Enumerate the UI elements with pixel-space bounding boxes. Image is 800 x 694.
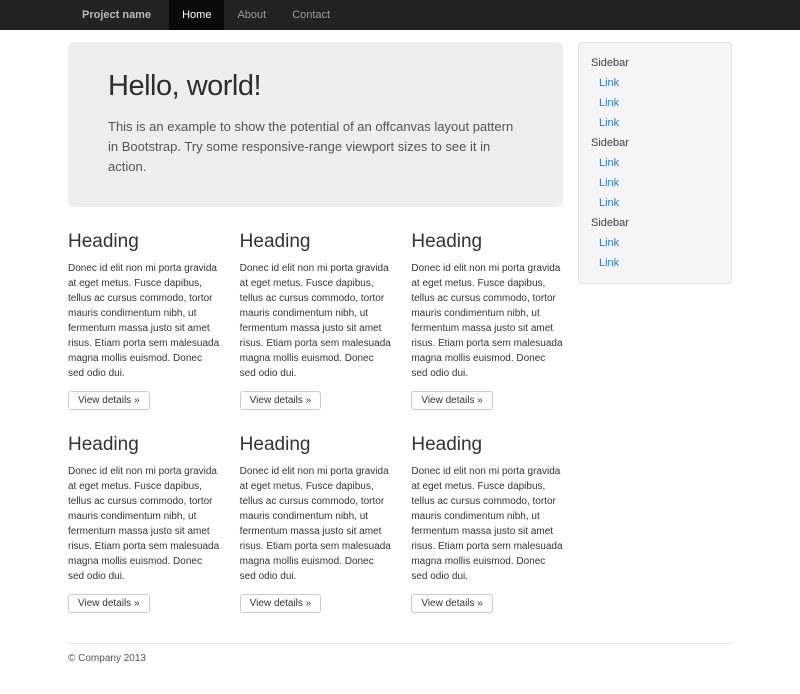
sidebar-group-header: Sidebar [579,53,731,73]
brand-link[interactable]: Project name [68,0,169,30]
sidebar-link[interactable]: Link [579,93,731,113]
content-card: Heading Donec id elit non mi porta gravi… [411,221,563,410]
card-body: Donec id elit non mi porta gravida at eg… [240,464,392,584]
sidebar-well: Sidebar Link Link Link Sidebar Link Link… [578,42,732,284]
nav-item-home[interactable]: Home [169,0,224,30]
sidebar-group-header: Sidebar [579,133,731,153]
page-title: Hello, world! [108,70,523,103]
page-footer: © Company 2013 [68,643,732,694]
card-heading: Heading [68,434,220,456]
sidebar-link[interactable]: Link [579,233,731,253]
content-card: Heading Donec id elit non mi porta gravi… [411,424,563,613]
view-details-button[interactable]: View details » [240,594,322,613]
sidebar-link[interactable]: Link [579,73,731,93]
card-heading: Heading [411,231,563,253]
content-card: Heading Donec id elit non mi porta gravi… [240,424,392,613]
view-details-button[interactable]: View details » [411,594,493,613]
card-body: Donec id elit non mi porta gravida at eg… [411,464,563,584]
card-heading: Heading [240,434,392,456]
sidebar-link[interactable]: Link [579,193,731,213]
card-body: Donec id elit non mi porta gravida at eg… [240,261,392,381]
jumbotron: Hello, world! This is an example to show… [68,42,563,207]
card-body: Donec id elit non mi porta gravida at eg… [68,464,220,584]
page-container: Hello, world! This is an example to show… [68,42,732,694]
content-card: Heading Donec id elit non mi porta gravi… [68,424,220,613]
nav-item-contact[interactable]: Contact [279,0,343,30]
sidebar-link[interactable]: Link [579,173,731,193]
sidebar-link[interactable]: Link [579,253,731,273]
content-card: Heading Donec id elit non mi porta gravi… [68,221,220,410]
cards-row-2: Heading Donec id elit non mi porta gravi… [68,424,563,613]
jumbotron-text: This is an example to show the potential… [108,117,523,177]
navbar-container: Project name Home About Contact [68,0,732,30]
top-navbar: Project name Home About Contact [0,0,800,30]
sidebar-link[interactable]: Link [579,153,731,173]
view-details-button[interactable]: View details » [411,391,493,410]
copyright-text: © Company 2013 [68,653,732,664]
view-details-button[interactable]: View details » [240,391,322,410]
content-row: Hello, world! This is an example to show… [68,42,732,627]
view-details-button[interactable]: View details » [68,594,150,613]
sidebar-link[interactable]: Link [579,113,731,133]
sidebar-group-header: Sidebar [579,213,731,233]
card-heading: Heading [240,231,392,253]
card-heading: Heading [68,231,220,253]
card-body: Donec id elit non mi porta gravida at eg… [411,261,563,381]
card-heading: Heading [411,434,563,456]
nav-item-about[interactable]: About [224,0,279,30]
cards-row-1: Heading Donec id elit non mi porta gravi… [68,221,563,410]
view-details-button[interactable]: View details » [68,391,150,410]
main-column: Hello, world! This is an example to show… [68,42,563,627]
card-body: Donec id elit non mi porta gravida at eg… [68,261,220,381]
content-card: Heading Donec id elit non mi porta gravi… [240,221,392,410]
